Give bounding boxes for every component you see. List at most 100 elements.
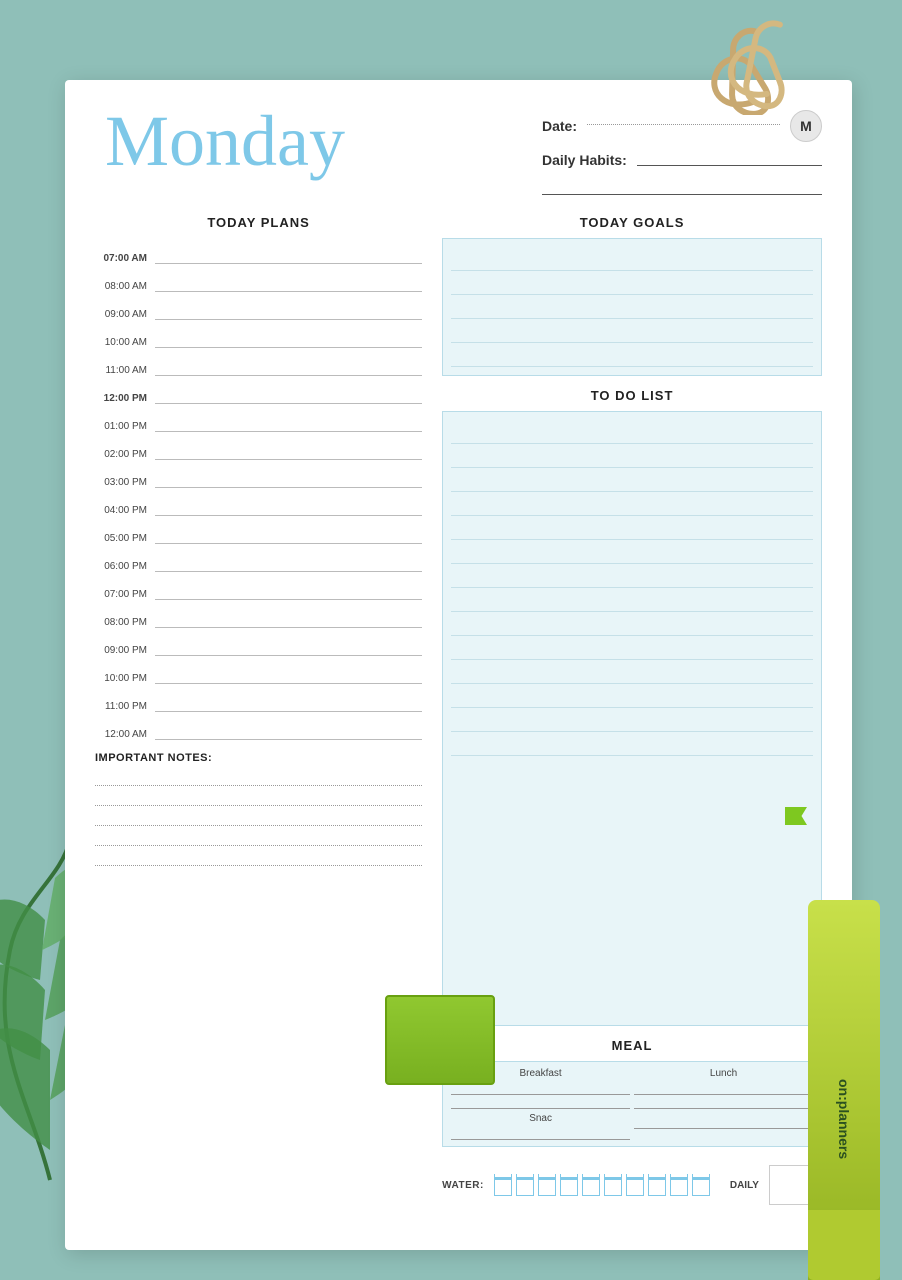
time-line[interactable] xyxy=(155,655,422,656)
todo-box xyxy=(442,411,822,1026)
time-label: 12:00 AM xyxy=(95,729,147,742)
time-line[interactable] xyxy=(155,375,422,376)
todo-line[interactable] xyxy=(451,636,813,660)
snack-cell: Snac xyxy=(451,1113,630,1140)
todo-line[interactable] xyxy=(451,492,813,516)
goal-line[interactable] xyxy=(451,271,813,295)
time-slot: 08:00 PM xyxy=(95,602,422,630)
todo-line[interactable] xyxy=(451,588,813,612)
time-line[interactable] xyxy=(155,291,422,292)
time-line[interactable] xyxy=(155,739,422,740)
todo-line[interactable] xyxy=(451,612,813,636)
time-label: 11:00 AM xyxy=(95,365,147,378)
water-glass-10[interactable] xyxy=(692,1174,710,1196)
water-glass-7[interactable] xyxy=(626,1174,644,1196)
goal-line[interactable] xyxy=(451,295,813,319)
todo-line[interactable] xyxy=(451,540,813,564)
notes-line[interactable] xyxy=(95,828,422,846)
todo-line[interactable] xyxy=(451,732,813,756)
time-line[interactable] xyxy=(155,319,422,320)
time-slot: 12:00 AM xyxy=(95,714,422,742)
time-slot: 09:00 AM xyxy=(95,294,422,322)
time-line[interactable] xyxy=(155,571,422,572)
time-slot: 01:00 PM xyxy=(95,406,422,434)
goal-line[interactable] xyxy=(451,247,813,271)
goals-lines xyxy=(451,247,813,367)
water-glass-8[interactable] xyxy=(648,1174,666,1196)
time-slot: 02:00 PM xyxy=(95,434,422,462)
water-glass-1[interactable] xyxy=(494,1174,512,1196)
water-glass-9[interactable] xyxy=(670,1174,688,1196)
water-label: WATER: xyxy=(442,1180,484,1191)
lunch-line2[interactable] xyxy=(634,1095,813,1109)
time-label: 10:00 AM xyxy=(95,337,147,350)
goal-line[interactable] xyxy=(451,319,813,343)
time-label: 01:00 PM xyxy=(95,421,147,434)
time-slot: 11:00 AM xyxy=(95,350,422,378)
time-label: 07:00 PM xyxy=(95,589,147,602)
todo-line[interactable] xyxy=(451,444,813,468)
time-line[interactable] xyxy=(155,515,422,516)
notes-line[interactable] xyxy=(95,768,422,786)
time-label: 04:00 PM xyxy=(95,505,147,518)
habits-label: Daily Habits: xyxy=(542,152,627,168)
highlighter-cap xyxy=(808,1210,880,1280)
day-title: Monday xyxy=(95,100,345,177)
habits-row: Daily Habits: xyxy=(542,152,822,168)
time-label: 10:00 PM xyxy=(95,673,147,686)
lunch-line[interactable] xyxy=(634,1081,813,1095)
water-glass-4[interactable] xyxy=(560,1174,578,1196)
time-label: 05:00 PM xyxy=(95,533,147,546)
time-label: 09:00 AM xyxy=(95,309,147,322)
goal-line[interactable] xyxy=(451,343,813,367)
daily-label: DAILY xyxy=(730,1180,759,1191)
time-line[interactable] xyxy=(155,599,422,600)
habits-line[interactable] xyxy=(637,165,822,166)
todo-line[interactable] xyxy=(451,684,813,708)
time-slot: 10:00 AM xyxy=(95,322,422,350)
time-line[interactable] xyxy=(155,403,422,404)
todo-line[interactable] xyxy=(451,660,813,684)
time-label: 06:00 PM xyxy=(95,561,147,574)
time-line[interactable] xyxy=(155,347,422,348)
water-glass-2[interactable] xyxy=(516,1174,534,1196)
todo-line[interactable] xyxy=(451,420,813,444)
todo-list-title: TO DO LIST xyxy=(442,388,822,403)
time-line[interactable] xyxy=(155,711,422,712)
habits-line2[interactable] xyxy=(542,194,822,195)
time-line[interactable] xyxy=(155,627,422,628)
todo-list-section: TO DO LIST xyxy=(442,388,822,1026)
water-glass-6[interactable] xyxy=(604,1174,622,1196)
time-line[interactable] xyxy=(155,683,422,684)
time-line[interactable] xyxy=(155,431,422,432)
todo-line[interactable] xyxy=(451,708,813,732)
water-glass-3[interactable] xyxy=(538,1174,556,1196)
snack-line[interactable] xyxy=(451,1126,630,1140)
time-line[interactable] xyxy=(155,487,422,488)
dinner-line[interactable] xyxy=(634,1115,813,1129)
breakfast-line2[interactable] xyxy=(451,1095,630,1109)
todo-line[interactable] xyxy=(451,516,813,540)
time-slot: 03:00 PM xyxy=(95,462,422,490)
meal-box: Breakfast Lunch Snac xyxy=(442,1061,822,1147)
notes-line[interactable] xyxy=(95,788,422,806)
todo-line[interactable] xyxy=(451,564,813,588)
today-goals-title: TODAY GOALS xyxy=(442,215,822,230)
time-slot: 12:00 PM xyxy=(95,378,422,406)
time-slots-container: 07:00 AM 08:00 AM 09:00 AM 10:00 AM 11:0… xyxy=(95,238,422,742)
time-line[interactable] xyxy=(155,459,422,460)
time-line[interactable] xyxy=(155,543,422,544)
snack-label: Snac xyxy=(451,1113,630,1124)
important-notes-section: IMPORTANT NOTES: xyxy=(95,752,422,868)
notes-line[interactable] xyxy=(95,848,422,866)
time-line[interactable] xyxy=(155,263,422,264)
lunch-label: Lunch xyxy=(634,1068,813,1079)
notes-line[interactable] xyxy=(95,808,422,826)
time-slot: 07:00 AM xyxy=(95,238,422,266)
time-slot: 06:00 PM xyxy=(95,546,422,574)
todo-line[interactable] xyxy=(451,468,813,492)
water-glass-5[interactable] xyxy=(582,1174,600,1196)
date-input-line[interactable] xyxy=(587,124,780,125)
time-slot: 09:00 PM xyxy=(95,630,422,658)
right-column: TODAY GOALS TO DO LIST xyxy=(442,215,822,1205)
